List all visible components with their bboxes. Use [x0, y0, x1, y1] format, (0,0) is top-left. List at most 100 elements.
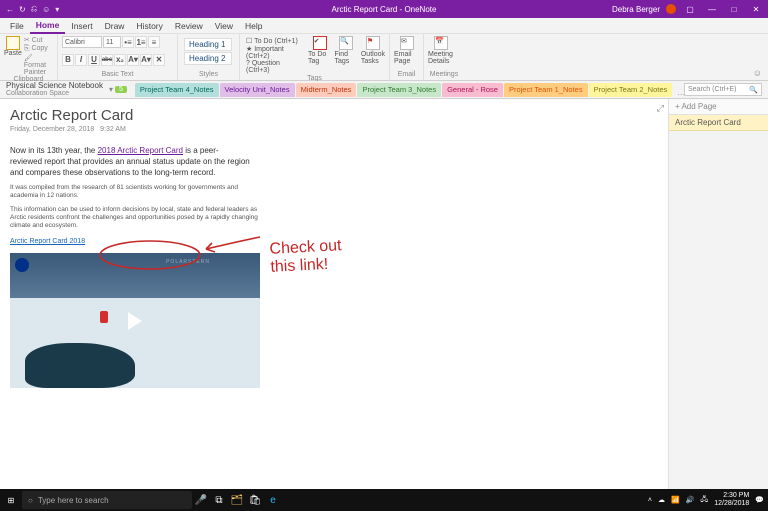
menu-file[interactable]: File: [4, 19, 30, 33]
meeting-details-button[interactable]: 📅Meeting Details: [428, 36, 454, 65]
menu-help[interactable]: Help: [239, 19, 268, 33]
subscript-button[interactable]: x₂: [114, 54, 126, 66]
menu-bar: File Home Insert Draw History Review Vie…: [0, 18, 768, 34]
menu-draw[interactable]: Draw: [99, 19, 131, 33]
section-tabs: Project Team 4_Notes Velocity Unit_Notes…: [135, 83, 698, 97]
taskbar-clock[interactable]: 2:30 PM12/28/2018: [714, 492, 749, 508]
tray-up-icon[interactable]: ˄: [648, 497, 652, 504]
language-icon[interactable]: 🖧: [700, 495, 708, 506]
minimize-icon[interactable]: —: [704, 5, 720, 14]
ribbon-options-icon[interactable]: ▢: [682, 5, 698, 14]
menu-view[interactable]: View: [209, 19, 239, 33]
body-paragraph[interactable]: Now in its 13th year, the 2018 Arctic Re…: [10, 145, 250, 178]
bullets-icon[interactable]: •≡: [122, 36, 134, 48]
ribbon-group-tags: ☐ To Do (Ctrl+1) ★ Important (Ctrl+2) ? …: [240, 34, 390, 80]
store-icon[interactable]: 🛍: [246, 495, 264, 506]
ribbon: Paste ✂ Cut ⎘ Copy 🖌 Format Painter Clip…: [0, 34, 768, 81]
back-icon[interactable]: ←: [6, 5, 14, 14]
sync-icon[interactable]: ↻: [19, 5, 26, 14]
onedrive-icon[interactable]: ☁: [658, 496, 665, 504]
highlight-button[interactable]: A▾: [127, 54, 139, 66]
volume-icon[interactable]: 🔊: [686, 496, 695, 504]
bold-button[interactable]: B: [62, 54, 74, 66]
section-tab[interactable]: Project Team 3_Notes: [357, 83, 441, 97]
envelope-icon: ✉: [400, 36, 414, 50]
menu-review[interactable]: Review: [169, 19, 209, 33]
page-canvas[interactable]: ⤢ Arctic Report Card Friday, December 28…: [0, 99, 668, 497]
style-heading1[interactable]: Heading 1: [184, 38, 232, 51]
page-meta: Friday, December 28, 2018 9:32 AM: [10, 126, 658, 133]
clear-format-button[interactable]: ✕: [153, 54, 165, 66]
menu-insert[interactable]: Insert: [65, 19, 98, 33]
avatar[interactable]: [666, 4, 676, 14]
maximize-icon[interactable]: □: [726, 5, 742, 14]
group-label: Email: [394, 71, 419, 78]
section-tab[interactable]: General - Rose: [442, 83, 503, 97]
ribbon-group-email: ✉Email Page Email: [390, 34, 424, 80]
body-small-2[interactable]: This information can be used to inform d…: [10, 206, 260, 230]
copy-button[interactable]: ⎘ Copy: [24, 45, 53, 53]
edge-icon[interactable]: e: [264, 495, 282, 506]
email-page-button[interactable]: ✉Email Page: [394, 36, 420, 65]
paste-button[interactable]: Paste: [4, 36, 22, 76]
video-watermark: POLARSTERN: [166, 259, 210, 265]
ink-text: Check outthis link!: [269, 237, 343, 277]
body-small-1[interactable]: It was compiled from the research of 81 …: [10, 184, 260, 200]
tag-question[interactable]: ? Question (Ctrl+3): [246, 60, 303, 74]
title-bar: ← ↻ ⎌ ☺ ▾ Arctic Report Card - OneNote D…: [0, 0, 768, 18]
qat-more-icon[interactable]: ▾: [55, 5, 59, 14]
section-tab[interactable]: Project Team 1_Notes: [504, 83, 588, 97]
explorer-icon[interactable]: 🗂: [228, 495, 246, 506]
search-input[interactable]: Search (Ctrl+E)🔍: [684, 83, 762, 96]
align-icon[interactable]: ≡: [148, 36, 160, 48]
italic-button[interactable]: I: [75, 54, 87, 66]
undo-icon[interactable]: ⎌: [31, 4, 37, 14]
inline-link[interactable]: 2018 Arctic Report Card: [98, 146, 183, 155]
feedback-icon[interactable]: ☺: [42, 5, 50, 14]
video-embed[interactable]: POLARSTERN: [10, 253, 260, 388]
menu-home[interactable]: Home: [30, 18, 66, 34]
fontcolor-button[interactable]: A▾: [140, 54, 152, 66]
format-painter-button[interactable]: 🖌 Format Painter: [24, 54, 53, 76]
style-heading2[interactable]: Heading 2: [184, 52, 232, 65]
page-title[interactable]: Arctic Report Card: [10, 107, 658, 124]
search-icon: 🔍: [749, 86, 758, 94]
tag-todo[interactable]: ☐ To Do (Ctrl+1): [246, 37, 303, 45]
find-tags-button[interactable]: 🔍Find Tags: [334, 36, 357, 75]
ribbon-group-basictext: Calibri 11 •≡ 1≡ ≡ B I U abc x₂ A▾ A▾ ✕ …: [58, 34, 178, 80]
checkbox-icon: ✔: [313, 36, 327, 50]
outlook-tasks-button[interactable]: ⚑Outlook Tasks: [361, 36, 385, 75]
user-name[interactable]: Debra Berger: [612, 5, 660, 14]
tag-important[interactable]: ★ Important (Ctrl+2): [246, 45, 303, 60]
notebook-selector[interactable]: Physical Science Notebook Collaboration …: [0, 81, 109, 99]
cut-button[interactable]: ✂ Cut: [24, 36, 53, 44]
taskbar-search[interactable]: ○Type here to search: [22, 491, 192, 509]
numbering-icon[interactable]: 1≡: [135, 36, 147, 48]
help-icon[interactable]: ☺: [753, 68, 762, 78]
section-tab[interactable]: Midterm_Notes: [296, 83, 357, 97]
section-tab[interactable]: Project Team 2_Notes: [589, 83, 673, 97]
fullscreen-icon[interactable]: ⤢: [657, 103, 664, 114]
strike-button[interactable]: abc: [101, 54, 113, 66]
start-button[interactable]: ⊞: [0, 496, 22, 505]
cortana-icon: ○: [28, 496, 33, 505]
font-name-select[interactable]: Calibri: [62, 36, 102, 48]
page-list-item[interactable]: Arctic Report Card: [669, 115, 768, 131]
taskview-icon[interactable]: ⧉: [210, 495, 228, 506]
todo-tag-button[interactable]: ✔To Do Tag: [308, 36, 331, 75]
section-tab[interactable]: Velocity Unit_Notes: [220, 83, 295, 97]
underline-button[interactable]: U: [88, 54, 100, 66]
system-tray: ˄ ☁ 📶 🔊 🖧 2:30 PM12/28/2018 💬: [648, 492, 764, 508]
mic-icon[interactable]: 🎤: [192, 495, 210, 506]
menu-history[interactable]: History: [130, 19, 168, 33]
close-icon[interactable]: ✕: [748, 5, 764, 14]
calendar-icon: 📅: [434, 36, 448, 50]
play-icon[interactable]: [128, 312, 142, 330]
add-page-button[interactable]: + Add Page: [669, 99, 768, 115]
search-icon: 🔍: [339, 36, 353, 50]
font-size-select[interactable]: 11: [103, 36, 121, 48]
wifi-icon[interactable]: 📶: [671, 496, 680, 504]
notifications-icon[interactable]: 💬: [755, 496, 764, 504]
section-tab[interactable]: Project Team 4_Notes: [135, 83, 219, 97]
flag-icon: ⚑: [366, 36, 380, 50]
